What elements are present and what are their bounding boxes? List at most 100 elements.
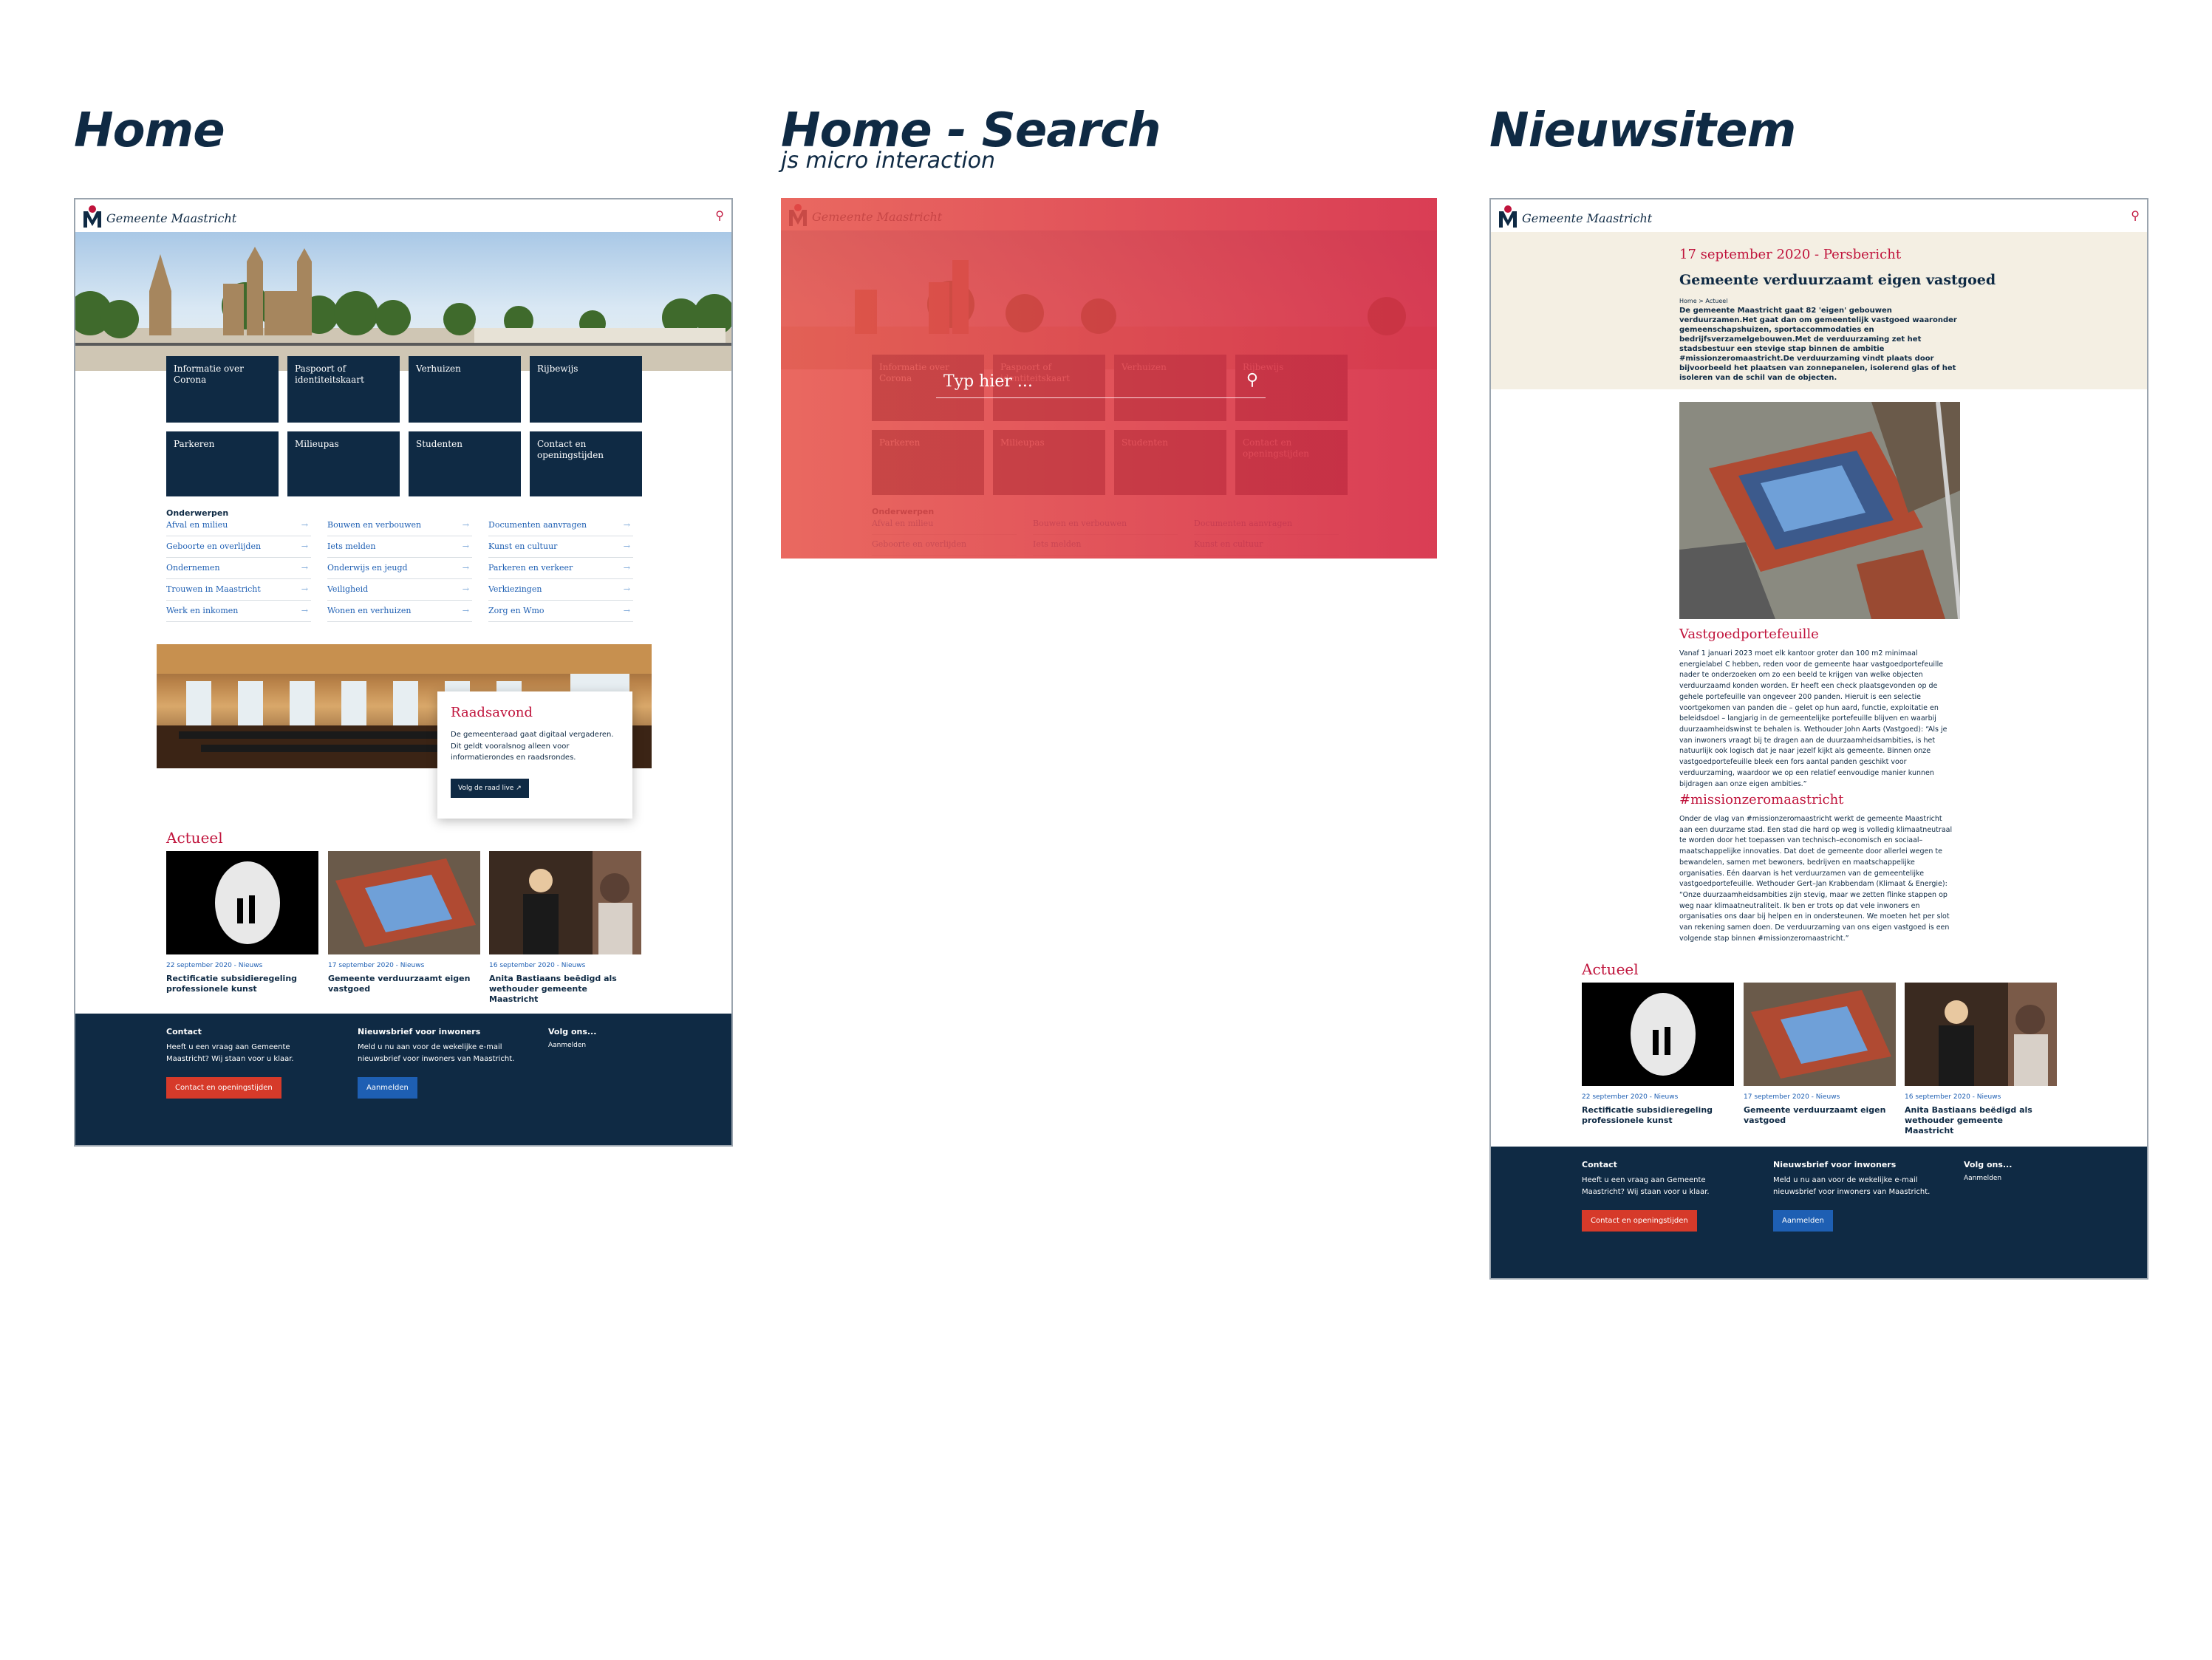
subject-label: Afval en milieu — [166, 520, 228, 530]
article-lead: De gemeente Maastricht gaat 82 'eigen' g… — [1679, 307, 1957, 382]
subject-link[interactable]: Trouwen in Maastricht → — [166, 580, 311, 601]
tile-parkeren[interactable]: Parkeren — [166, 431, 279, 496]
footer: Contact Heeft u een vraag aan Gemeente M… — [75, 1014, 731, 1145]
newsitem-frame: Gemeente Maastricht ⚲ 17 september 2020 … — [1489, 198, 2148, 1280]
newsitem-header: Gemeente Maastricht ⚲ — [1491, 199, 2147, 232]
news-title[interactable]: Gemeente verduurzaamt eigen vastgoed — [328, 974, 476, 994]
external-link-icon: ↗ — [516, 785, 522, 792]
news-image[interactable] — [489, 851, 641, 954]
news-image[interactable] — [328, 851, 480, 954]
footer-newsletter-button[interactable]: Aanmelden — [358, 1077, 417, 1099]
footer: Contact Heeft u een vraag aan Gemeente M… — [1491, 1147, 2147, 1278]
subject-link[interactable]: Afval en milieu → — [166, 516, 311, 536]
tile-verhuizen[interactable]: Verhuizen — [409, 356, 521, 423]
subject-label: Iets melden — [327, 542, 376, 551]
footer-newsletter-text: Meld u nu aan voor de wekelijke e-mail n… — [1773, 1176, 1931, 1196]
municipality-logo-icon[interactable] — [81, 204, 103, 229]
footer-newsletter-button[interactable]: Aanmelden — [1773, 1210, 1833, 1232]
subject-label: Ondernemen — [166, 563, 220, 573]
council-text: De gemeenteraad gaat digitaal vergaderen… — [451, 731, 614, 762]
section-heading-missionzero: #missionzeromaastricht — [1679, 792, 1844, 807]
search-submit-icon[interactable]: ⚲ — [1246, 371, 1258, 389]
paragraph-vastgoed: Vanaf 1 januari 2023 moet elk kantoor gr… — [1679, 649, 1948, 788]
news-image[interactable] — [1905, 983, 2057, 1086]
arrow-right-icon: → — [623, 606, 630, 615]
section-heading-vastgoed: Vastgoedportefeuille — [1679, 626, 1819, 642]
footer-follow-link[interactable]: Aanmelden — [548, 1040, 711, 1051]
subject-link[interactable]: Parkeren en verkeer → — [488, 559, 633, 579]
news-image[interactable] — [1744, 983, 1896, 1086]
subject-link[interactable]: Werk en inkomen → — [166, 601, 311, 622]
news-title[interactable]: Rectificatie subsidieregeling profession… — [166, 974, 314, 994]
subject-label: Verkiezingen — [488, 584, 542, 594]
subject-link[interactable]: Iets melden → — [327, 537, 472, 558]
news-title[interactable]: Gemeente verduurzaamt eigen vastgoed — [1744, 1105, 1891, 1126]
news-title[interactable]: Anita Bastiaans beëdigd als wethouder ge… — [489, 974, 637, 1004]
arrow-right-icon: → — [623, 584, 630, 594]
council-card: Raadsavond De gemeenteraad gaat digitaal… — [437, 691, 632, 819]
subject-label: Onderwijs en jeugd — [327, 563, 408, 573]
subject-label: Documenten aanvragen — [488, 520, 587, 530]
subject-link[interactable]: Verkiezingen → — [488, 580, 633, 601]
footer-follow-link[interactable]: Aanmelden — [1964, 1173, 2126, 1183]
municipality-logo-icon[interactable] — [1497, 204, 1519, 229]
subject-link[interactable]: Ondernemen → — [166, 559, 311, 579]
tile-studenten[interactable]: Studenten — [409, 431, 521, 496]
news-heading: Actueel — [1582, 960, 1639, 978]
news-heading: Actueel — [166, 829, 223, 847]
hero-image — [75, 232, 731, 371]
tile-rijbewijs[interactable]: Rijbewijs — [530, 356, 642, 423]
subject-label: Veiligheid — [327, 584, 369, 594]
subject-label: Parkeren en verkeer — [488, 563, 573, 573]
search-frame: Gemeente Maastricht Informatie over Coro… — [781, 198, 1437, 559]
footer-contact-heading: Contact — [166, 1027, 202, 1036]
subject-link[interactable]: Geboorte en overlijden → — [166, 537, 311, 558]
footer-newsletter-heading: Nieuwsbrief voor inwoners — [1773, 1160, 1897, 1169]
arrow-right-icon: → — [301, 584, 308, 594]
search-icon[interactable]: ⚲ — [715, 208, 724, 222]
subject-label: Werk en inkomen — [166, 606, 239, 615]
news-date: 22 september 2020 - Nieuws — [166, 962, 263, 969]
footer-contact-heading: Contact — [1582, 1160, 1617, 1169]
news-image[interactable] — [166, 851, 318, 954]
subject-link[interactable]: Documenten aanvragen → — [488, 516, 633, 536]
footer-contact-button[interactable]: Contact en openingstijden — [1582, 1210, 1697, 1232]
news-date: 16 september 2020 - Nieuws — [489, 962, 586, 969]
section-title-news: Nieuwsitem — [1489, 103, 1796, 158]
breadcrumb[interactable]: Home > Actueel — [1679, 298, 1727, 304]
news-title[interactable]: Anita Bastiaans beëdigd als wethouder ge… — [1905, 1105, 2052, 1135]
article-title: Gemeente verduurzaamt eigen vastgoed — [1679, 272, 1996, 288]
search-icon[interactable]: ⚲ — [2131, 208, 2140, 222]
news-date: 22 september 2020 - Nieuws — [1582, 1093, 1679, 1101]
footer-contact-button[interactable]: Contact en openingstijden — [166, 1077, 281, 1099]
tile-paspoort[interactable]: Paspoort of identiteitskaart — [287, 356, 400, 423]
arrow-right-icon: → — [462, 563, 469, 573]
news-title[interactable]: Rectificatie subsidieregeling profession… — [1582, 1105, 1730, 1126]
subject-link[interactable]: Zorg en Wmo → — [488, 601, 633, 622]
news-image[interactable] — [1582, 983, 1734, 1086]
tile-milieupas[interactable]: Milieupas — [287, 431, 400, 496]
arrow-right-icon: → — [301, 542, 308, 551]
footer-follow-heading: Volg ons... — [1964, 1160, 2013, 1169]
subject-link[interactable]: Onderwijs en jeugd → — [327, 559, 472, 579]
subject-link[interactable]: Wonen en verhuizen → — [327, 601, 472, 622]
tile-corona[interactable]: Informatie over Corona — [166, 356, 279, 423]
arrow-right-icon: → — [462, 606, 469, 615]
section-title-home: Home — [74, 103, 225, 158]
follow-council-label: Volg de raad live — [458, 785, 514, 792]
arrow-right-icon: → — [301, 520, 308, 530]
arrow-right-icon: → — [623, 563, 630, 573]
header: Gemeente Maastricht ⚲ — [75, 199, 731, 232]
footer-newsletter-text: Meld u nu aan voor de wekelijke e-mail n… — [358, 1043, 515, 1063]
news-date: 17 september 2020 - Nieuws — [1744, 1093, 1840, 1101]
news-date: 16 september 2020 - Nieuws — [1905, 1093, 2001, 1101]
subject-link[interactable]: Kunst en cultuur → — [488, 537, 633, 558]
tile-contact[interactable]: Contact en openingstijden — [530, 431, 642, 496]
subject-link[interactable]: Veiligheid → — [327, 580, 472, 601]
follow-council-button[interactable]: Volg de raad live ↗ — [451, 779, 529, 798]
article-image — [1679, 402, 1960, 619]
subject-link[interactable]: Bouwen en verbouwen → — [327, 516, 472, 536]
council-title: Raadsavond — [451, 705, 533, 720]
arrow-right-icon: → — [301, 606, 308, 615]
search-input[interactable]: Typ hier ... ⚲ — [936, 366, 1266, 398]
